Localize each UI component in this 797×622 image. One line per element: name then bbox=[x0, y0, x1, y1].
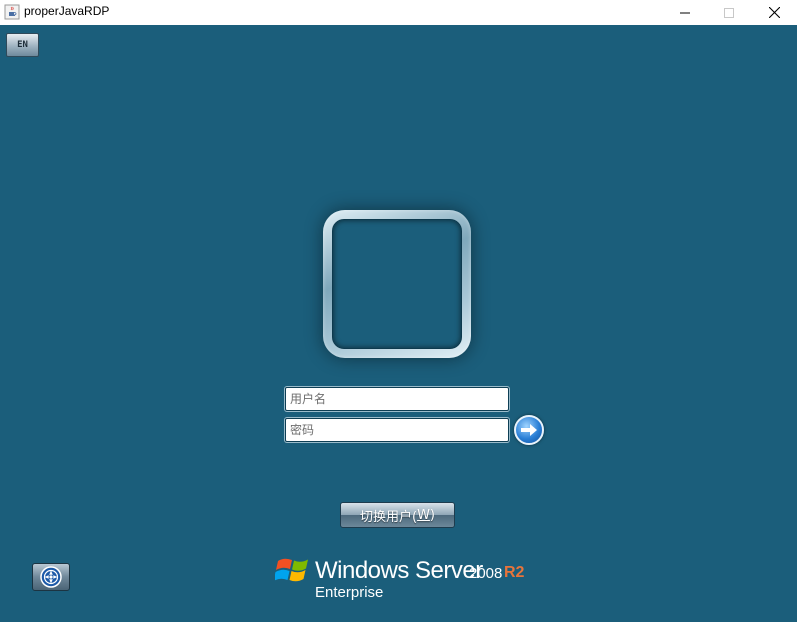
switch-user-label-close: ) bbox=[429, 507, 435, 523]
java-cup-icon bbox=[4, 4, 20, 20]
rdp-window: properJavaRDP EN 用户名 切换用户(W) Windows S… bbox=[0, 0, 797, 622]
password-input[interactable] bbox=[285, 418, 509, 442]
maximize-button[interactable] bbox=[706, 0, 752, 25]
brand-edition: Enterprise bbox=[315, 584, 384, 601]
brand-name: Windows Server bbox=[315, 557, 483, 584]
title-bar[interactable]: properJavaRDP bbox=[0, 0, 797, 25]
windows-flag-icon bbox=[275, 558, 308, 582]
user-tile-image bbox=[332, 219, 462, 349]
arrow-right-icon bbox=[521, 424, 537, 436]
minimize-icon bbox=[680, 12, 690, 13]
maximize-icon bbox=[724, 7, 734, 18]
language-button[interactable]: EN bbox=[6, 33, 39, 57]
switch-user-label: 切换用户( bbox=[359, 509, 418, 525]
close-icon bbox=[768, 7, 780, 18]
switch-user-button[interactable]: 切换用户(W) bbox=[340, 502, 455, 528]
user-tile-frame bbox=[323, 210, 471, 358]
brand-release: R2 bbox=[504, 564, 525, 581]
username-input[interactable] bbox=[285, 387, 509, 411]
close-button[interactable] bbox=[751, 0, 797, 25]
submit-button[interactable] bbox=[514, 415, 544, 445]
window-title: properJavaRDP bbox=[24, 4, 110, 18]
product-branding: Windows Server 2008 R2 Enterprise bbox=[275, 551, 535, 611]
minimize-button[interactable] bbox=[662, 0, 708, 25]
switch-user-accelerator: W bbox=[417, 507, 430, 523]
ease-of-access-button[interactable] bbox=[32, 563, 70, 591]
brand-version: 2008 bbox=[469, 565, 503, 582]
ease-of-access-icon bbox=[40, 566, 62, 588]
logon-screen: EN 切换用户(W) bbox=[0, 25, 797, 622]
